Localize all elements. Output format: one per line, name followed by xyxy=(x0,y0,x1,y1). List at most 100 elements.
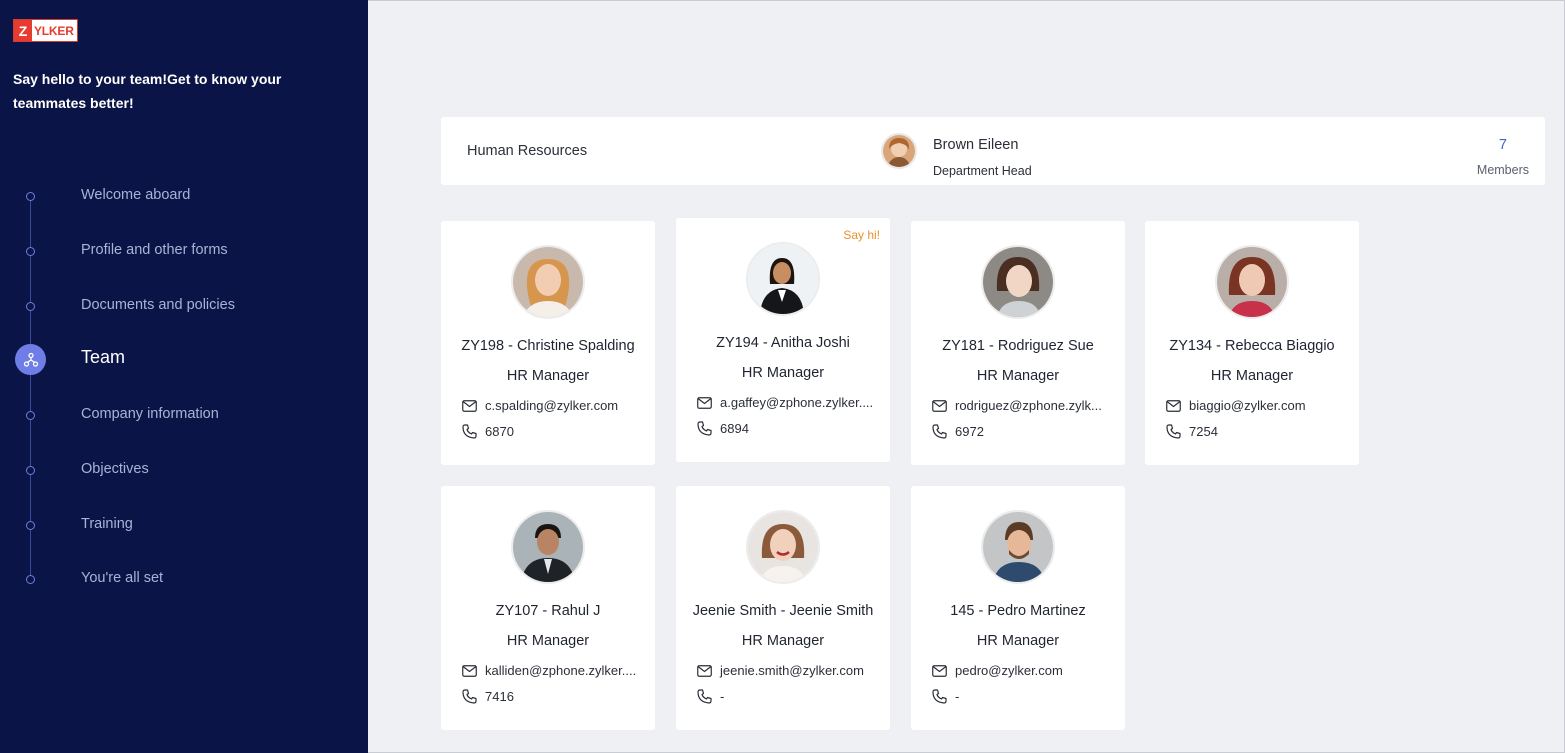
member-phone-text: 7254 xyxy=(1189,424,1218,439)
member-avatar xyxy=(981,510,1055,584)
phone-icon xyxy=(1166,424,1181,439)
member-email[interactable]: rodriguez@zphone.zylk... xyxy=(932,398,1102,413)
member-card[interactable]: ZY134 - Rebecca Biaggio HR Manager biagg… xyxy=(1145,221,1359,465)
member-name: Jeenie Smith - Jeenie Smith xyxy=(692,603,874,619)
member-email[interactable]: c.spalding@zylker.com xyxy=(462,398,618,413)
step-label: Team xyxy=(81,347,126,367)
step-all-set[interactable]: You're all set xyxy=(0,564,368,594)
mail-icon xyxy=(932,664,947,677)
sidebar: Z YLKER Say hello to your team!Get to kn… xyxy=(0,0,368,753)
department-name: Human Resources xyxy=(467,143,588,159)
member-name: ZY194 - Anitha Joshi xyxy=(716,335,850,351)
step-label: Objectives xyxy=(81,461,149,477)
phone-icon xyxy=(932,689,947,704)
member-email-text: kalliden@zphone.zylker.... xyxy=(485,663,637,678)
sidebar-tagline: Say hello to your team!Get to know your … xyxy=(13,71,282,111)
department-head-name: Brown Eileen xyxy=(933,137,1019,153)
member-avatar xyxy=(981,245,1055,319)
mail-icon xyxy=(932,399,947,412)
member-role: HR Manager xyxy=(741,633,825,649)
phone-icon xyxy=(697,689,712,704)
step-dot-icon xyxy=(26,192,35,201)
step-label: Profile and other forms xyxy=(81,242,228,258)
member-phone[interactable]: 7416 xyxy=(462,689,514,704)
member-email-text: rodriguez@zphone.zylk... xyxy=(955,398,1102,413)
member-email[interactable]: kalliden@zphone.zylker.... xyxy=(462,663,636,678)
member-email[interactable]: jeenie.smith@zylker.com xyxy=(697,663,864,678)
step-dot-icon xyxy=(26,302,35,311)
member-role: HR Manager xyxy=(741,365,825,381)
member-name: ZY181 - Rodriguez Sue xyxy=(942,338,1094,354)
step-profile-forms[interactable]: Profile and other forms xyxy=(0,236,368,266)
member-card[interactable]: ZY198 - Christine Spalding HR Manager c.… xyxy=(441,221,655,465)
member-avatar xyxy=(511,510,585,584)
member-phone[interactable]: 6894 xyxy=(697,421,749,436)
zylker-logo: Z YLKER xyxy=(13,19,78,42)
logo-letter: Z xyxy=(14,20,32,41)
step-label: Training xyxy=(81,516,133,532)
step-label: Documents and policies xyxy=(81,297,235,313)
member-phone[interactable]: 6972 xyxy=(932,424,984,439)
step-label: You're all set xyxy=(81,570,164,586)
step-objectives[interactable]: Objectives xyxy=(0,455,368,485)
member-email[interactable]: biaggio@zylker.com xyxy=(1166,398,1306,413)
logo-text: YLKER xyxy=(34,23,74,38)
member-card[interactable]: Say hi! ZY194 - Anitha Joshi HR Manager … xyxy=(676,218,890,462)
member-avatar xyxy=(746,242,820,316)
member-email-text: c.spalding@zylker.com xyxy=(485,398,619,413)
member-role: HR Manager xyxy=(976,368,1060,384)
member-phone[interactable]: - xyxy=(932,689,959,704)
member-phone-text: - xyxy=(720,689,725,704)
mail-icon xyxy=(1166,399,1181,412)
member-card[interactable]: 145 - Pedro Martinez HR Manager pedro@zy… xyxy=(911,486,1125,730)
member-phone-text: 6870 xyxy=(485,424,514,439)
members-count[interactable]: 7 xyxy=(1499,137,1507,153)
member-phone-text: 7416 xyxy=(485,689,514,704)
step-label: Company information xyxy=(81,406,219,422)
team-icon xyxy=(15,344,46,375)
member-phone-text: 6972 xyxy=(955,424,984,439)
member-avatar xyxy=(746,510,820,584)
step-dot-icon xyxy=(26,411,35,420)
member-phone-text: - xyxy=(955,689,960,704)
members-label: Members xyxy=(1476,163,1529,177)
member-name: ZY134 - Rebecca Biaggio xyxy=(1169,338,1335,354)
member-email-text: a.gaffey@zphone.zylker.... xyxy=(720,395,874,410)
step-team[interactable]: Team xyxy=(0,344,368,375)
department-head-avatar[interactable] xyxy=(881,133,917,169)
member-phone[interactable]: 7254 xyxy=(1166,424,1218,439)
member-avatar xyxy=(1215,245,1289,319)
phone-icon xyxy=(462,424,477,439)
member-role: HR Manager xyxy=(1210,368,1294,384)
member-name: ZY107 - Rahul J xyxy=(495,603,601,619)
step-documents-policies[interactable]: Documents and policies xyxy=(0,291,368,321)
say-hi-badge[interactable]: Say hi! xyxy=(843,228,880,242)
member-name: ZY198 - Christine Spalding xyxy=(461,338,635,354)
member-role: HR Manager xyxy=(506,633,590,649)
member-email-text: pedro@zylker.com xyxy=(955,663,1063,678)
member-card[interactable]: Jeenie Smith - Jeenie Smith HR Manager j… xyxy=(676,486,890,730)
step-welcome-aboard[interactable]: Welcome aboard xyxy=(0,181,368,211)
phone-icon xyxy=(462,689,477,704)
member-avatar xyxy=(511,245,585,319)
department-header: Human Resources Brown Eileen Department … xyxy=(441,117,1545,185)
mail-icon xyxy=(462,399,477,412)
step-dot-icon xyxy=(26,521,35,530)
member-email[interactable]: pedro@zylker.com xyxy=(932,663,1063,678)
step-company-information[interactable]: Company information xyxy=(0,400,368,430)
member-card[interactable]: ZY107 - Rahul J HR Manager kalliden@zpho… xyxy=(441,486,655,730)
phone-icon xyxy=(932,424,947,439)
member-name: 145 - Pedro Martinez xyxy=(950,603,1086,619)
step-dot-icon xyxy=(26,466,35,475)
member-email-text: biaggio@zylker.com xyxy=(1189,398,1306,413)
member-phone-text: 6894 xyxy=(720,421,749,436)
member-role: HR Manager xyxy=(506,368,590,384)
member-phone[interactable]: - xyxy=(697,689,724,704)
department-head-role: Department Head xyxy=(933,164,1032,178)
member-phone[interactable]: 6870 xyxy=(462,424,514,439)
mail-icon xyxy=(697,396,712,409)
member-card[interactable]: ZY181 - Rodriguez Sue HR Manager rodrigu… xyxy=(911,221,1125,465)
member-email[interactable]: a.gaffey@zphone.zylker.... xyxy=(697,395,873,410)
phone-icon xyxy=(697,421,712,436)
step-training[interactable]: Training xyxy=(0,510,368,540)
